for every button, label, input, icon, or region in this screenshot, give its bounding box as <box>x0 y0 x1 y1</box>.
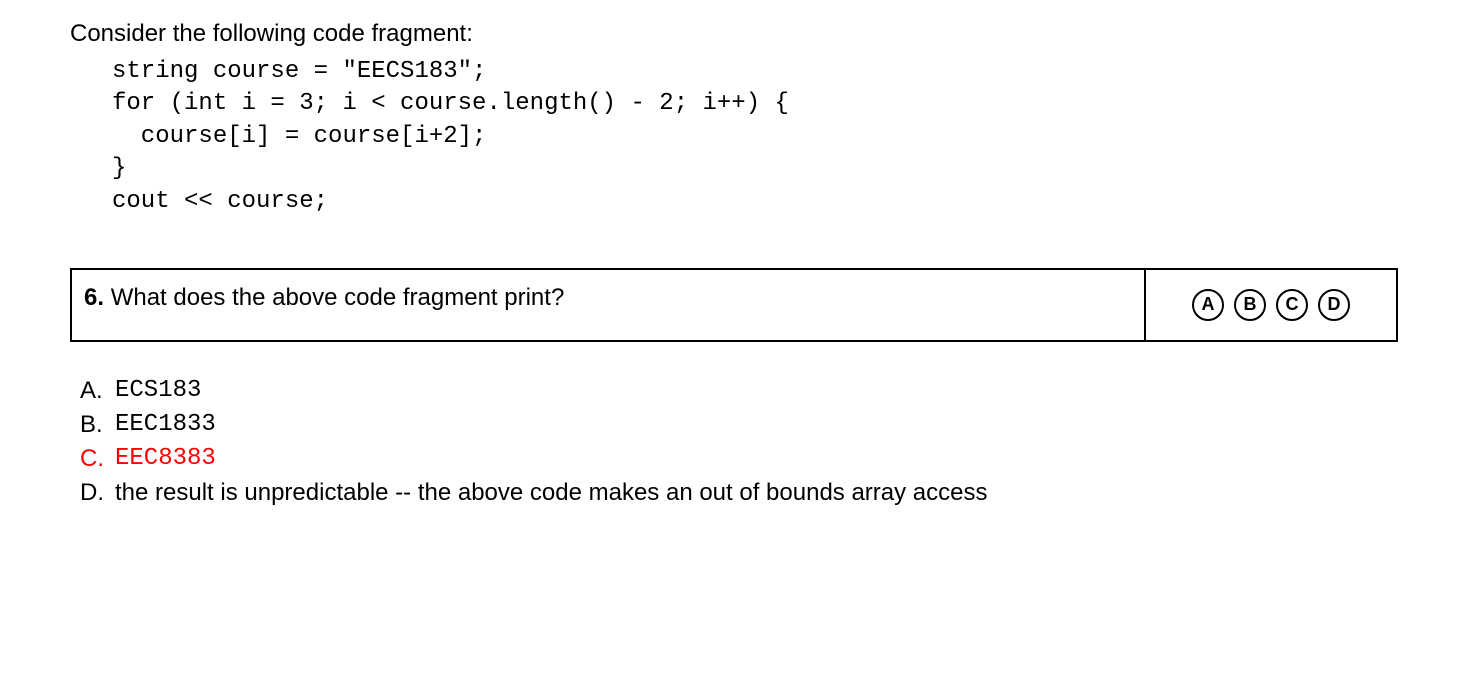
option-letter: A. <box>80 377 115 405</box>
option-letter: B. <box>80 411 115 439</box>
answer-bubbles: A B C D <box>1146 270 1396 340</box>
option-b: B. EEC1833 <box>80 411 1398 439</box>
intro-text: Consider the following code fragment: <box>70 20 1398 48</box>
question-box: 6. What does the above code fragment pri… <box>70 268 1398 342</box>
option-c: C. EEC8383 <box>80 445 1398 473</box>
options-list: A. ECS183 B. EEC1833 C. EEC8383 D. the r… <box>80 377 1398 507</box>
option-text: EEC8383 <box>115 445 216 473</box>
option-letter: C. <box>80 445 115 473</box>
option-text: ECS183 <box>115 377 201 405</box>
bubble-d[interactable]: D <box>1318 289 1350 321</box>
code-fragment: string course = "EECS183"; for (int i = … <box>112 56 1398 218</box>
question-text: What does the above code fragment print? <box>111 284 565 311</box>
bubble-c[interactable]: C <box>1276 289 1308 321</box>
question-cell: 6. What does the above code fragment pri… <box>72 270 1146 340</box>
question-number: 6. <box>84 284 104 311</box>
option-text: the result is unpredictable -- the above… <box>115 479 988 507</box>
bubble-a[interactable]: A <box>1192 289 1224 321</box>
bubble-b[interactable]: B <box>1234 289 1266 321</box>
option-text: EEC1833 <box>115 411 216 439</box>
option-d: D. the result is unpredictable -- the ab… <box>80 479 1398 507</box>
option-letter: D. <box>80 479 115 507</box>
option-a: A. ECS183 <box>80 377 1398 405</box>
